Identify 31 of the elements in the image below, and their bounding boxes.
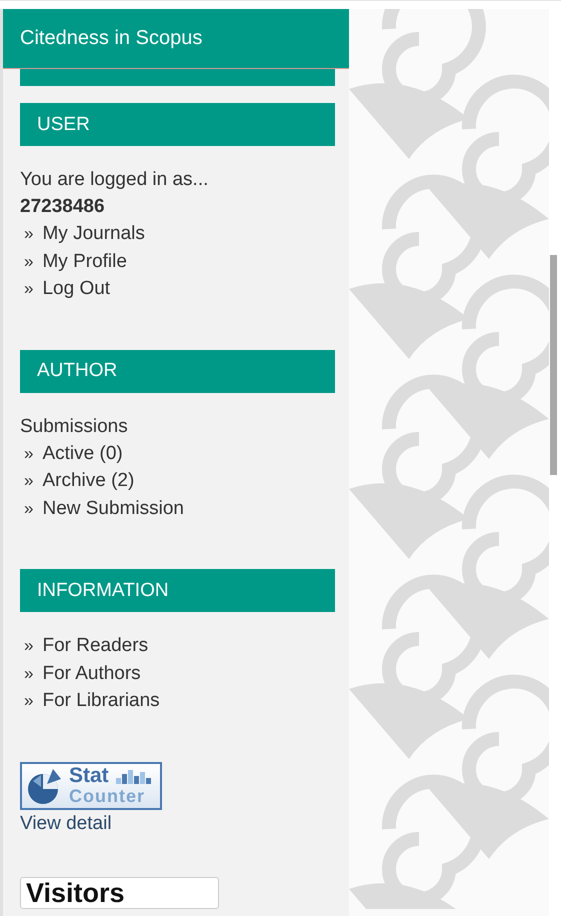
sidebar-link[interactable]: Archive (2) xyxy=(42,467,134,494)
sidebar-link[interactable]: For Librarians xyxy=(42,687,160,714)
logo-text: Counter xyxy=(69,786,146,806)
intro-text: You are logged in as... xyxy=(20,168,210,192)
sidebar-link[interactable]: My Journals xyxy=(42,220,145,248)
scrollbar-thumb[interactable] xyxy=(550,255,557,475)
view-detail-link[interactable]: View detail xyxy=(20,812,112,834)
bullet: » xyxy=(24,278,34,300)
sidebar-link[interactable]: Active (0) xyxy=(42,440,123,467)
username: 27238486 xyxy=(20,195,106,219)
sidebar-link[interactable]: For Readers xyxy=(42,632,148,660)
bullet: » xyxy=(24,470,34,492)
logo-text: Stat xyxy=(69,766,109,786)
bullet: » xyxy=(24,690,34,712)
bullet: » xyxy=(24,442,34,464)
stat-counter-logo[interactable]: Stat Counter xyxy=(20,762,162,810)
section-heading: AUTHOR xyxy=(20,350,335,392)
bullet: » xyxy=(24,250,34,272)
bullet: » xyxy=(24,662,34,684)
intro-text: Submissions xyxy=(20,414,129,438)
sidebar-link[interactable]: My Profile xyxy=(42,248,127,275)
section-heading: INFORMATION xyxy=(20,569,335,612)
sidebar-link[interactable]: New Submission xyxy=(42,494,184,522)
section-heading: USER xyxy=(20,103,335,146)
visitors-widget: Visitors xyxy=(20,876,219,908)
sidebar-title: Citedness in Scopus xyxy=(3,9,349,69)
bullet: » xyxy=(24,635,34,657)
sidebar-link[interactable]: Log Out xyxy=(42,275,110,302)
sidebar-link[interactable]: For Authors xyxy=(42,660,141,687)
bullet: » xyxy=(24,223,34,245)
bullet: » xyxy=(24,498,34,520)
